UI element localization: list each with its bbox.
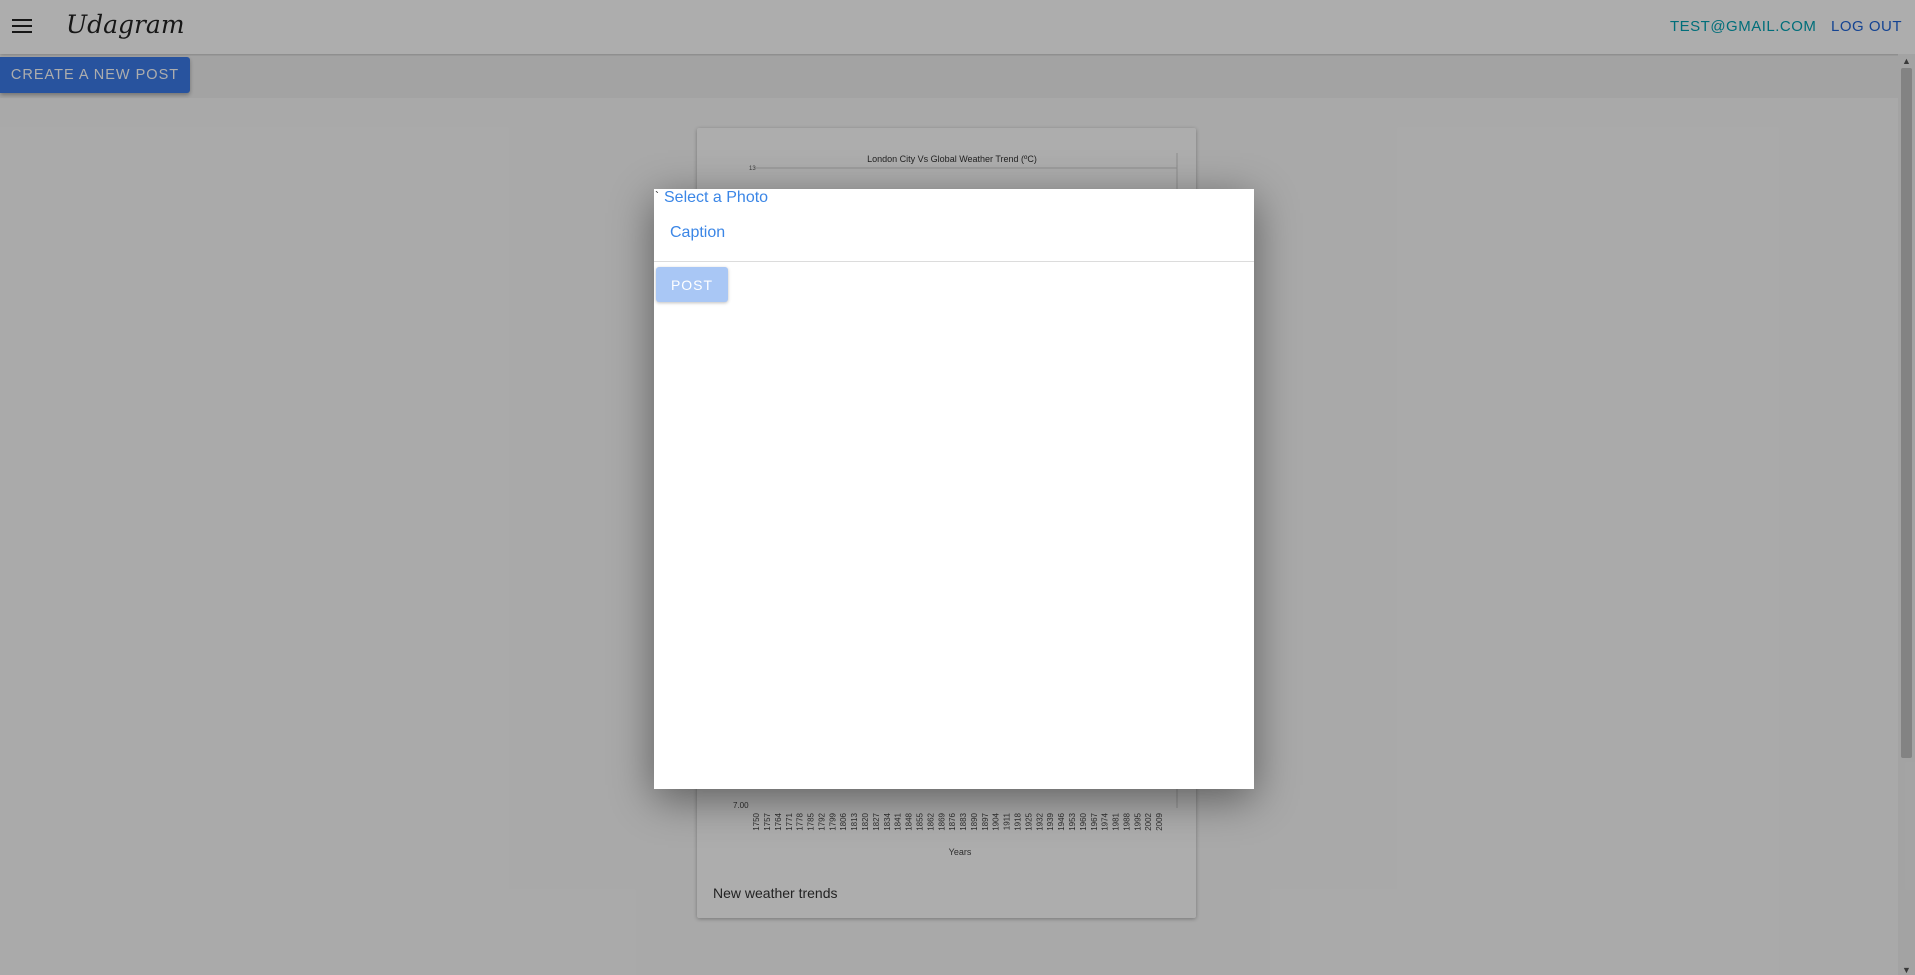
caption-input[interactable]: Caption xyxy=(670,224,1230,246)
stray-backtick: ` xyxy=(655,189,659,203)
select-photo-input[interactable]: Select a Photo xyxy=(664,189,768,207)
post-button[interactable]: POST xyxy=(656,267,728,302)
create-post-modal: ` Select a Photo Caption POST xyxy=(654,189,1254,789)
modal-divider xyxy=(654,261,1254,262)
